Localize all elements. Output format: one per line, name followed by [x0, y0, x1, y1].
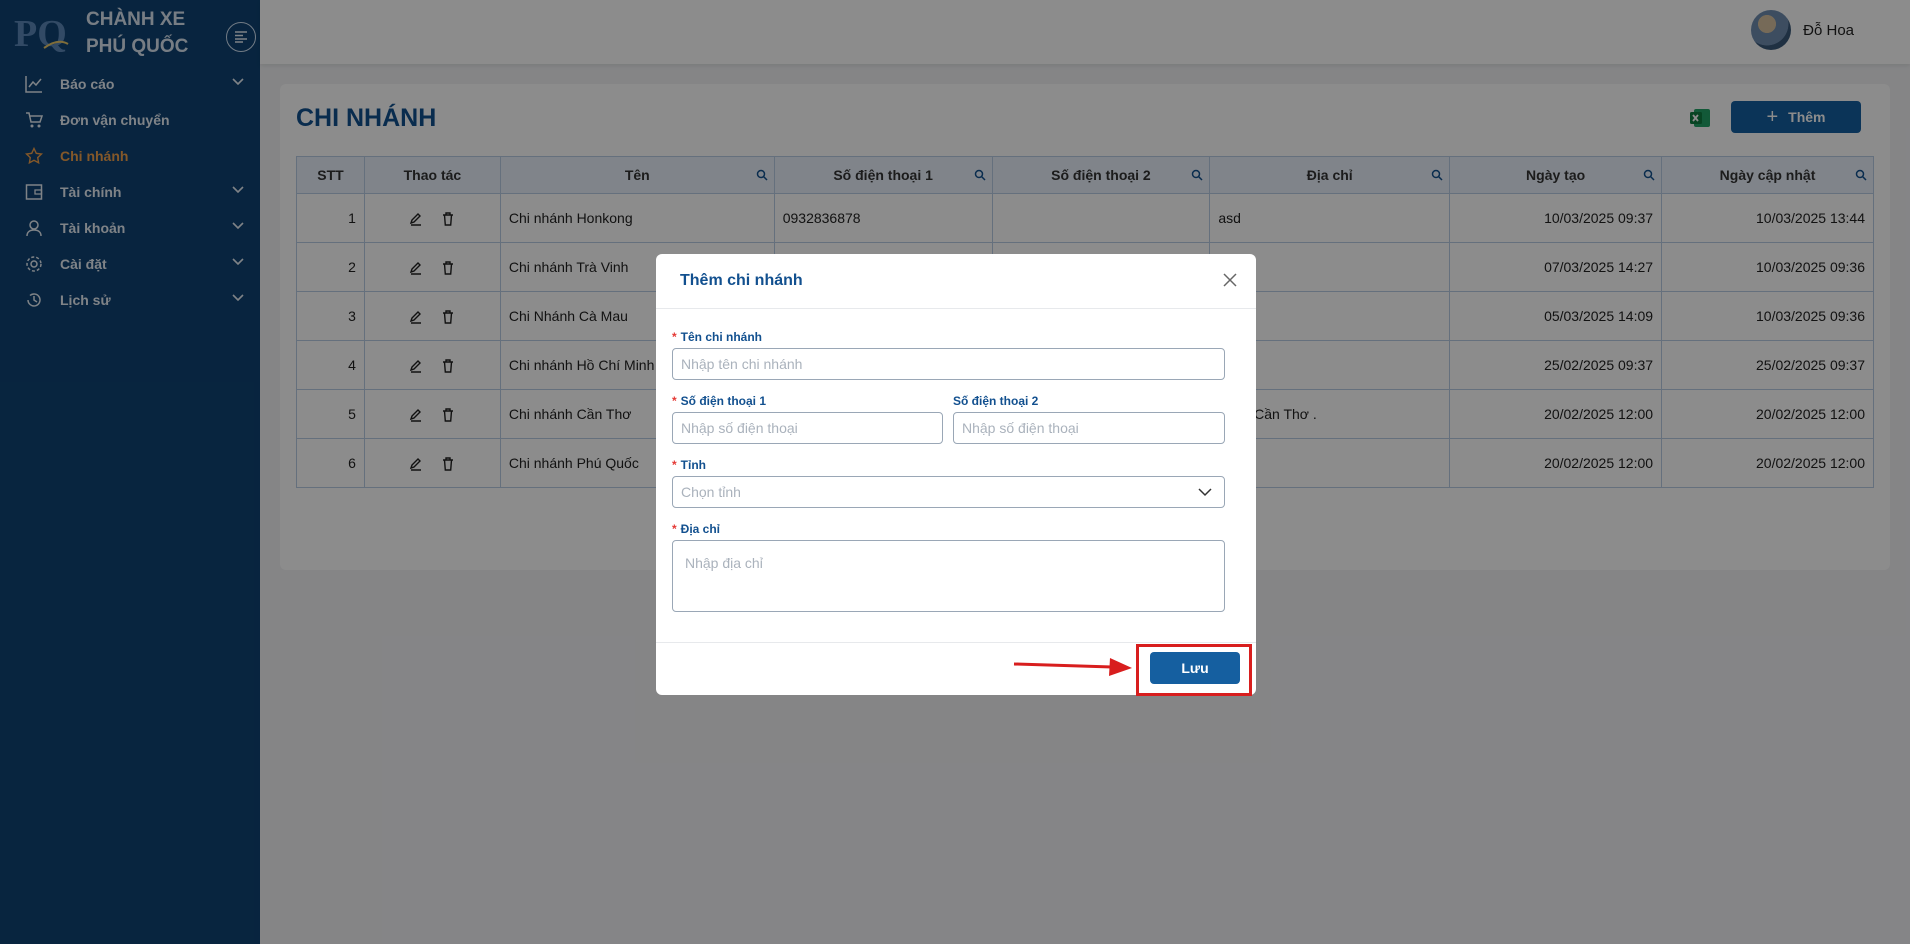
- province-label-text: Tỉnh: [680, 458, 706, 472]
- modal-title: Thêm chi nhánh: [680, 272, 803, 289]
- phone1-label-text: Số điện thoại 1: [680, 394, 767, 408]
- address-textarea[interactable]: Nhập địa chỉ: [672, 540, 1225, 612]
- annotation-arrow: [1013, 658, 1132, 676]
- province-select-value: Chọn tỉnh: [681, 484, 741, 500]
- phone2-input[interactable]: Nhập số điện thoại: [953, 412, 1225, 444]
- branch-name-label: * Tên chi nhánh: [672, 330, 763, 344]
- modal-footer-divider: [656, 642, 1256, 643]
- add-branch-modal: Thêm chi nhánh * Tên chi nhánh Nhập tên c…: [656, 254, 1256, 695]
- phone1-input[interactable]: Nhập số điện thoại: [672, 412, 943, 444]
- phone2-label: Số điện thoại 2: [953, 394, 1039, 408]
- province-label: * Tỉnh: [672, 458, 706, 472]
- close-icon[interactable]: [1222, 272, 1238, 288]
- branch-name-input[interactable]: Nhập tên chi nhánh: [672, 348, 1225, 380]
- province-select[interactable]: Chọn tỉnh: [672, 476, 1225, 508]
- save-button-highlight: [1136, 644, 1252, 696]
- address-label-text: Địa chỉ: [680, 522, 721, 536]
- chevron-down-icon: [1198, 488, 1212, 497]
- branch-name-label-text: Tên chi nhánh: [680, 330, 763, 344]
- phone1-label: * Số điện thoại 1: [672, 394, 767, 408]
- modal-header-divider: [656, 308, 1256, 309]
- address-label: * Địa chỉ: [672, 522, 721, 536]
